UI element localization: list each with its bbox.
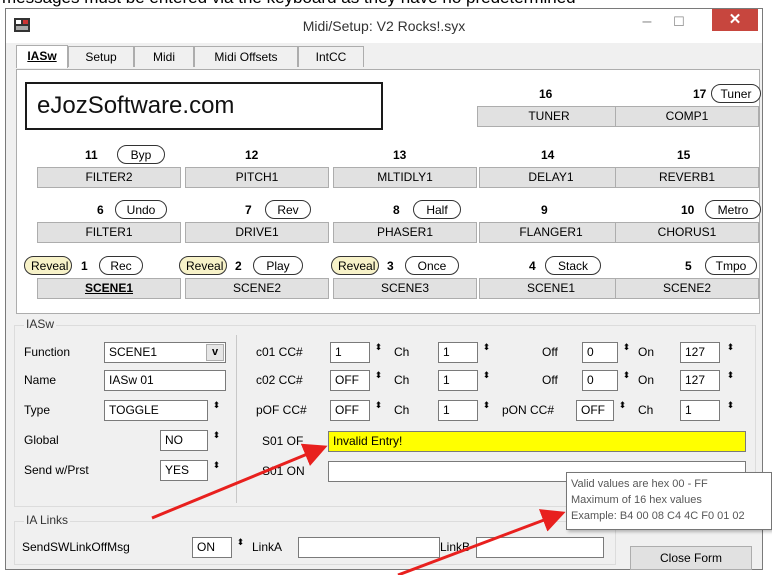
annotation-arrows — [151, 443, 566, 575]
arrow-to-tooltip — [397, 509, 566, 575]
arrow-to-s01-of — [151, 443, 328, 520]
